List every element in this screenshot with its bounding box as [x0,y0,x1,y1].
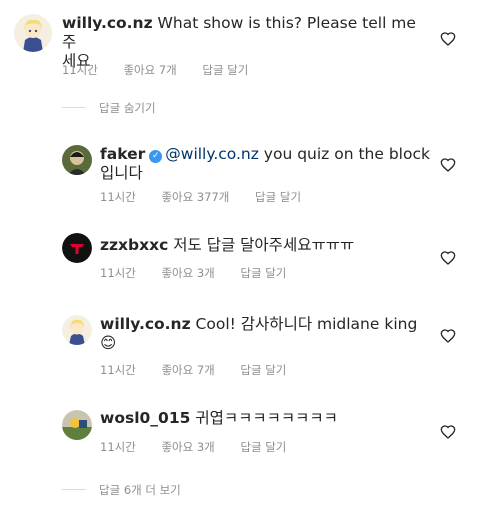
reply-button[interactable]: 답글 달기 [240,440,286,454]
comment-meta: 11시간 좋아요 3개 답글 달기 [100,439,308,455]
comment-username[interactable]: faker [100,145,145,163]
comment-body: you quiz on the block [258,145,430,163]
comment-time[interactable]: 11시간 [62,63,98,77]
heart-icon[interactable] [440,328,456,344]
comment-text: faker ✓ @willy.co.nz you quiz on the block… [100,145,430,183]
comment-meta: 11시간 좋아요 7개 답글 달기 [100,362,308,378]
avatar[interactable] [14,14,52,52]
comment-text: wosl0_015 귀엽ㅋㅋㅋㅋㅋㅋㅋㅋ [100,409,430,428]
comment-username[interactable]: wosl0_015 [100,409,190,427]
verified-badge-icon: ✓ [149,150,163,163]
comment-body: Cool! 감사하니다 midlane king [195,315,418,333]
comment-username[interactable]: willy.co.nz [62,14,153,32]
avatar[interactable] [62,315,92,345]
comment-body: 귀엽ㅋㅋㅋㅋㅋㅋㅋㅋ [195,409,338,427]
comment-time[interactable]: 11시간 [100,440,136,454]
view-more-replies-button[interactable]: 답글 6개 더 보기 [99,482,181,498]
like-count[interactable]: 좋아요 3개 [161,440,214,454]
hide-replies-button[interactable]: 답글 숨기기 [99,100,156,116]
comment-meta: 11시간 좋아요 3개 답글 달기 [100,265,308,281]
comment-username[interactable]: willy.co.nz [100,315,191,333]
heart-icon[interactable] [440,250,456,266]
comment-body: 저도 답글 달아주세요ㅠㅠㅠ [173,236,355,254]
avatar[interactable] [62,233,92,263]
heart-icon[interactable] [440,31,456,47]
heart-icon[interactable] [440,157,456,173]
comment-time[interactable]: 11시간 [100,190,136,204]
heart-icon[interactable] [440,424,456,440]
smile-emoji-icon: 😊 [100,334,117,352]
like-count[interactable]: 좋아요 7개 [161,363,214,377]
like-count[interactable]: 좋아요 7개 [123,63,176,77]
avatar[interactable] [62,410,92,440]
comment-time[interactable]: 11시간 [100,363,136,377]
comment-text: willy.co.nz Cool! 감사하니다 midlane king 😊 [100,315,430,353]
comment-time[interactable]: 11시간 [100,266,136,280]
reply-button[interactable]: 답글 달기 [240,363,286,377]
mention-link[interactable]: @willy.co.nz [165,145,259,163]
divider [62,107,86,108]
avatar[interactable] [62,145,92,175]
reply-button[interactable]: 답글 달기 [255,190,301,204]
divider [62,489,86,490]
comment-meta: 11시간 좋아요 7개 답글 달기 [62,62,270,78]
reply-button[interactable]: 답글 달기 [202,63,248,77]
reply-button[interactable]: 답글 달기 [240,266,286,280]
comment-meta: 11시간 좋아요 377개 답글 달기 [100,189,323,205]
comment-username[interactable]: zzxbxxc [100,236,168,254]
comment-body-cont: 입니다 [100,164,143,182]
like-count[interactable]: 좋아요 377개 [161,190,229,204]
like-count[interactable]: 좋아요 3개 [161,266,214,280]
comment-text: zzxbxxc 저도 답글 달아주세요ㅠㅠㅠ [100,236,430,255]
